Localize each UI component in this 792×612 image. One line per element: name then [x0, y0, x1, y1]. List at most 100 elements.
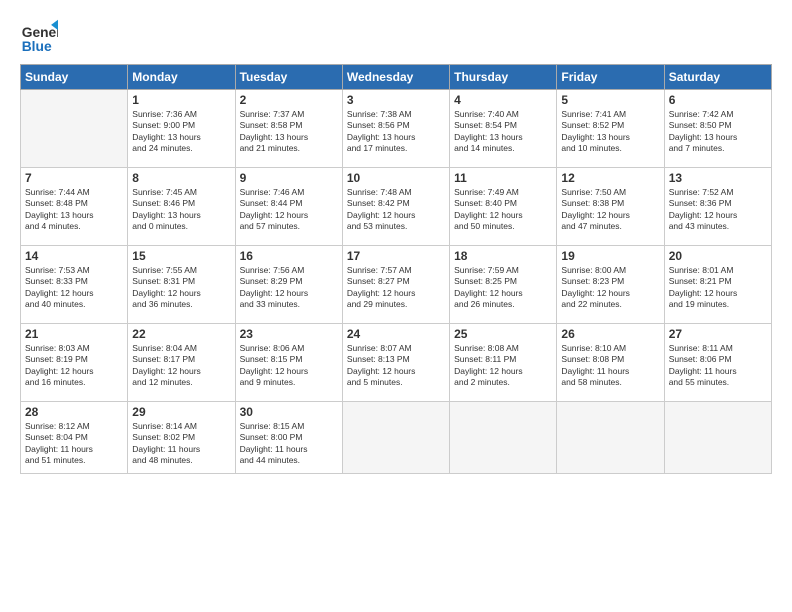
calendar-cell: 8 Sunrise: 7:45 AM Sunset: 8:46 PM Daylig…	[128, 168, 235, 246]
cell-info: Sunrise: 8:15 AM Sunset: 8:00 PM Dayligh…	[240, 421, 338, 467]
cell-info: Sunrise: 7:56 AM Sunset: 8:29 PM Dayligh…	[240, 265, 338, 311]
calendar-cell: 27Sunrise: 8:11 AM Sunset: 8:06 PM Dayli…	[664, 324, 771, 402]
calendar-cell: 20 Sunrise: 8:01 AM Sunset: 8:21 PM Dayli…	[664, 246, 771, 324]
day-number: 29	[132, 405, 230, 419]
cell-info: Sunrise: 7:49 AM Sunset: 8:40 PM Dayligh…	[454, 187, 552, 233]
calendar-cell: 6 Sunrise: 7:42 AM Sunset: 8:50 PM Daylig…	[664, 90, 771, 168]
calendar-cell: 12 Sunrise: 7:50 AM Sunset: 8:38 PM Dayli…	[557, 168, 664, 246]
logo-icon: General Blue	[20, 18, 58, 56]
cell-info: Sunrise: 7:55 AM Sunset: 8:31 PM Dayligh…	[132, 265, 230, 311]
day-number: 7	[25, 171, 123, 185]
cell-info: Sunrise: 7:59 AM Sunset: 8:25 PM Dayligh…	[454, 265, 552, 311]
cell-info: Sunrise: 7:53 AM Sunset: 8:33 PM Dayligh…	[25, 265, 123, 311]
day-number: 19	[561, 249, 659, 263]
calendar-cell: 10 Sunrise: 7:48 AM Sunset: 8:42 PM Dayli…	[342, 168, 449, 246]
calendar-cell: 2 Sunrise: 7:37 AM Sunset: 8:58 PM Daylig…	[235, 90, 342, 168]
cell-info: Sunrise: 7:38 AM Sunset: 8:56 PM Dayligh…	[347, 109, 445, 155]
cell-info: Sunrise: 7:42 AM Sunset: 8:50 PM Dayligh…	[669, 109, 767, 155]
calendar-cell: 3 Sunrise: 7:38 AM Sunset: 8:56 PM Daylig…	[342, 90, 449, 168]
cell-info: Sunrise: 8:08 AM Sunset: 8:11 PM Dayligh…	[454, 343, 552, 389]
cell-info: Sunrise: 7:41 AM Sunset: 8:52 PM Dayligh…	[561, 109, 659, 155]
calendar-cell	[342, 402, 449, 474]
calendar-week-3: 21Sunrise: 8:03 AM Sunset: 8:19 PM Dayli…	[21, 324, 772, 402]
cell-info: Sunrise: 7:48 AM Sunset: 8:42 PM Dayligh…	[347, 187, 445, 233]
cell-info: Sunrise: 8:14 AM Sunset: 8:02 PM Dayligh…	[132, 421, 230, 467]
day-number: 3	[347, 93, 445, 107]
cell-info: Sunrise: 7:52 AM Sunset: 8:36 PM Dayligh…	[669, 187, 767, 233]
calendar-cell	[450, 402, 557, 474]
calendar-cell: 7 Sunrise: 7:44 AM Sunset: 8:48 PM Daylig…	[21, 168, 128, 246]
day-number: 8	[132, 171, 230, 185]
col-header-monday: Monday	[128, 65, 235, 90]
day-number: 12	[561, 171, 659, 185]
calendar-cell: 4 Sunrise: 7:40 AM Sunset: 8:54 PM Daylig…	[450, 90, 557, 168]
calendar-cell: 21Sunrise: 8:03 AM Sunset: 8:19 PM Dayli…	[21, 324, 128, 402]
cell-info: Sunrise: 7:40 AM Sunset: 8:54 PM Dayligh…	[454, 109, 552, 155]
day-number: 25	[454, 327, 552, 341]
day-number: 4	[454, 93, 552, 107]
calendar-cell: 1 Sunrise: 7:36 AM Sunset: 9:00 PM Daylig…	[128, 90, 235, 168]
col-header-wednesday: Wednesday	[342, 65, 449, 90]
calendar-cell: 24Sunrise: 8:07 AM Sunset: 8:13 PM Dayli…	[342, 324, 449, 402]
day-number: 27	[669, 327, 767, 341]
day-number: 22	[132, 327, 230, 341]
day-number: 5	[561, 93, 659, 107]
cell-info: Sunrise: 7:46 AM Sunset: 8:44 PM Dayligh…	[240, 187, 338, 233]
col-header-thursday: Thursday	[450, 65, 557, 90]
day-number: 15	[132, 249, 230, 263]
day-number: 1	[132, 93, 230, 107]
calendar-cell: 13 Sunrise: 7:52 AM Sunset: 8:36 PM Dayli…	[664, 168, 771, 246]
calendar-cell: 22 Sunrise: 8:04 AM Sunset: 8:17 PM Dayli…	[128, 324, 235, 402]
calendar-cell	[664, 402, 771, 474]
logo: General Blue	[20, 18, 64, 56]
day-number: 9	[240, 171, 338, 185]
cell-info: Sunrise: 7:37 AM Sunset: 8:58 PM Dayligh…	[240, 109, 338, 155]
cell-info: Sunrise: 8:00 AM Sunset: 8:23 PM Dayligh…	[561, 265, 659, 311]
header: General Blue	[20, 18, 772, 56]
cell-info: Sunrise: 7:36 AM Sunset: 9:00 PM Dayligh…	[132, 109, 230, 155]
calendar-cell: 16 Sunrise: 7:56 AM Sunset: 8:29 PM Dayli…	[235, 246, 342, 324]
calendar-week-1: 7 Sunrise: 7:44 AM Sunset: 8:48 PM Daylig…	[21, 168, 772, 246]
calendar-cell: 30Sunrise: 8:15 AM Sunset: 8:00 PM Dayli…	[235, 402, 342, 474]
cell-info: Sunrise: 7:50 AM Sunset: 8:38 PM Dayligh…	[561, 187, 659, 233]
day-number: 11	[454, 171, 552, 185]
day-number: 14	[25, 249, 123, 263]
cell-info: Sunrise: 8:01 AM Sunset: 8:21 PM Dayligh…	[669, 265, 767, 311]
calendar-cell: 19 Sunrise: 8:00 AM Sunset: 8:23 PM Dayli…	[557, 246, 664, 324]
calendar-cell: 28 Sunrise: 8:12 AM Sunset: 8:04 PM Dayli…	[21, 402, 128, 474]
cell-info: Sunrise: 7:57 AM Sunset: 8:27 PM Dayligh…	[347, 265, 445, 311]
day-number: 20	[669, 249, 767, 263]
day-number: 6	[669, 93, 767, 107]
calendar-cell: 9 Sunrise: 7:46 AM Sunset: 8:44 PM Daylig…	[235, 168, 342, 246]
col-header-sunday: Sunday	[21, 65, 128, 90]
calendar-cell: 17Sunrise: 7:57 AM Sunset: 8:27 PM Dayli…	[342, 246, 449, 324]
day-number: 16	[240, 249, 338, 263]
day-number: 28	[25, 405, 123, 419]
cell-info: Sunrise: 8:04 AM Sunset: 8:17 PM Dayligh…	[132, 343, 230, 389]
cell-info: Sunrise: 8:12 AM Sunset: 8:04 PM Dayligh…	[25, 421, 123, 467]
calendar-cell: 15 Sunrise: 7:55 AM Sunset: 8:31 PM Dayli…	[128, 246, 235, 324]
svg-text:Blue: Blue	[22, 38, 52, 54]
calendar-cell: 29 Sunrise: 8:14 AM Sunset: 8:02 PM Dayli…	[128, 402, 235, 474]
cell-info: Sunrise: 8:03 AM Sunset: 8:19 PM Dayligh…	[25, 343, 123, 389]
calendar: SundayMondayTuesdayWednesdayThursdayFrid…	[20, 64, 772, 474]
calendar-cell: 18 Sunrise: 7:59 AM Sunset: 8:25 PM Dayli…	[450, 246, 557, 324]
calendar-cell: 26 Sunrise: 8:10 AM Sunset: 8:08 PM Dayli…	[557, 324, 664, 402]
calendar-week-2: 14 Sunrise: 7:53 AM Sunset: 8:33 PM Dayli…	[21, 246, 772, 324]
calendar-cell	[21, 90, 128, 168]
calendar-cell: 11 Sunrise: 7:49 AM Sunset: 8:40 PM Dayli…	[450, 168, 557, 246]
calendar-week-0: 1 Sunrise: 7:36 AM Sunset: 9:00 PM Daylig…	[21, 90, 772, 168]
cell-info: Sunrise: 8:10 AM Sunset: 8:08 PM Dayligh…	[561, 343, 659, 389]
calendar-week-4: 28 Sunrise: 8:12 AM Sunset: 8:04 PM Dayli…	[21, 402, 772, 474]
col-header-saturday: Saturday	[664, 65, 771, 90]
cell-info: Sunrise: 8:07 AM Sunset: 8:13 PM Dayligh…	[347, 343, 445, 389]
cell-info: Sunrise: 7:45 AM Sunset: 8:46 PM Dayligh…	[132, 187, 230, 233]
day-number: 26	[561, 327, 659, 341]
cell-info: Sunrise: 8:06 AM Sunset: 8:15 PM Dayligh…	[240, 343, 338, 389]
day-number: 2	[240, 93, 338, 107]
cell-info: Sunrise: 7:44 AM Sunset: 8:48 PM Dayligh…	[25, 187, 123, 233]
day-number: 13	[669, 171, 767, 185]
col-header-tuesday: Tuesday	[235, 65, 342, 90]
day-number: 18	[454, 249, 552, 263]
day-number: 10	[347, 171, 445, 185]
